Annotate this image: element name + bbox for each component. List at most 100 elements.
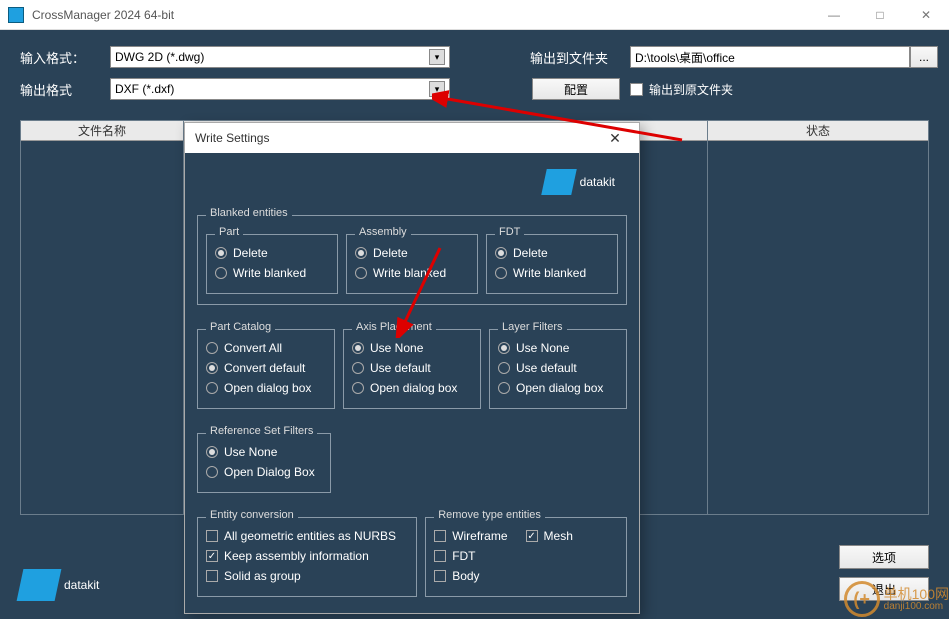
app-body: 输入格式： DWG 2D (*.dwg) ▾ 输出到文件夹 D:\tools\桌… xyxy=(0,30,949,619)
ref-use-none-radio[interactable]: Use None xyxy=(206,442,322,462)
output-format-select[interactable]: DXF (*.dxf) ▾ xyxy=(110,78,450,100)
axis-use-none-radio[interactable]: Use None xyxy=(352,338,472,358)
fdt-group: FDT Delete Write blanked xyxy=(486,234,618,294)
watermark: (+ 单机100网 danji100.com xyxy=(844,581,949,617)
app-icon xyxy=(8,7,24,23)
checkbox-icon xyxy=(206,530,218,542)
output-format-label: 输出格式 xyxy=(20,80,110,99)
layer-dialog-radio[interactable]: Open dialog box xyxy=(498,378,618,398)
write-settings-dialog: Write Settings ✕ datakit Blanked entitie… xyxy=(184,122,640,614)
dialog-title: Write Settings xyxy=(195,131,269,145)
radio-icon xyxy=(206,382,218,394)
layer-filters-legend: Layer Filters xyxy=(498,321,567,333)
assembly-group: Assembly Delete Write blanked xyxy=(346,234,478,294)
logo-mark-icon xyxy=(541,169,577,195)
minimize-button[interactable]: — xyxy=(811,0,857,30)
output-to-original-checkbox[interactable]: 输出到原文件夹 xyxy=(630,81,910,98)
convert-all-radio[interactable]: Convert All xyxy=(206,338,326,358)
radio-icon xyxy=(206,342,218,354)
logo-mark-icon xyxy=(17,569,62,601)
radio-icon xyxy=(498,362,510,374)
checkbox-icon xyxy=(206,570,218,582)
part-legend: Part xyxy=(215,226,243,238)
titlebar: CrossManager 2024 64-bit — □ ✕ xyxy=(0,0,949,30)
entity-conversion-legend: Entity conversion xyxy=(206,509,298,521)
convert-default-radio[interactable]: Convert default xyxy=(206,358,326,378)
checkbox-icon: ✓ xyxy=(526,530,538,542)
layer-use-default-radio[interactable]: Use default xyxy=(498,358,618,378)
fdt-write-blanked-radio[interactable]: Write blanked xyxy=(495,263,609,283)
dropdown-arrow-icon: ▾ xyxy=(429,81,445,97)
checkbox-icon xyxy=(434,530,446,542)
radio-icon xyxy=(498,382,510,394)
body-checkbox[interactable]: Body xyxy=(434,566,618,586)
radio-icon xyxy=(355,247,367,259)
axis-dialog-radio[interactable]: Open dialog box xyxy=(352,378,472,398)
input-format-select[interactable]: DWG 2D (*.dwg) ▾ xyxy=(110,46,450,68)
input-format-label: 输入格式： xyxy=(20,48,110,67)
assembly-legend: Assembly xyxy=(355,226,411,238)
radio-icon xyxy=(352,382,364,394)
dialog-brand: datakit xyxy=(197,163,627,205)
radio-icon xyxy=(352,342,364,354)
entity-conversion-group: Entity conversion All geometric entities… xyxy=(197,517,417,597)
ref-dialog-radio[interactable]: Open Dialog Box xyxy=(206,462,322,482)
filename-header[interactable]: 文件名称 xyxy=(21,121,183,141)
window-title: CrossManager 2024 64-bit xyxy=(32,8,174,22)
close-button[interactable]: ✕ xyxy=(903,0,949,30)
part-group: Part Delete Write blanked xyxy=(206,234,338,294)
filename-column: 文件名称 xyxy=(21,121,184,514)
all-geo-nurbs-checkbox[interactable]: All geometric entities as NURBS xyxy=(206,526,408,546)
dialog-brand-text: datakit xyxy=(580,175,615,189)
checkbox-icon: ✓ xyxy=(206,550,218,562)
output-format-value: DXF (*.dxf) xyxy=(115,82,174,96)
assembly-write-blanked-radio[interactable]: Write blanked xyxy=(355,263,469,283)
reference-set-filters-group: Reference Set Filters Use None Open Dial… xyxy=(197,433,331,493)
radio-icon xyxy=(215,247,227,259)
maximize-button[interactable]: □ xyxy=(857,0,903,30)
radio-icon xyxy=(498,342,510,354)
window-controls: — □ ✕ xyxy=(811,0,949,30)
brand-text: datakit xyxy=(64,578,99,592)
brand-logo: datakit xyxy=(20,569,99,601)
radio-icon xyxy=(495,247,507,259)
config-button[interactable]: 配置 xyxy=(532,78,620,100)
blanked-entities-legend: Blanked entities xyxy=(206,207,292,219)
fdt-delete-radio[interactable]: Delete xyxy=(495,243,609,263)
output-folder-value: D:\tools\桌面\office xyxy=(635,49,735,66)
remove-type-entities-group: Remove type entities Wireframe ✓Mesh FDT… xyxy=(425,517,627,597)
watermark-icon: (+ xyxy=(844,581,880,617)
status-column: 状态 xyxy=(708,121,928,514)
radio-icon xyxy=(495,267,507,279)
radio-icon xyxy=(352,362,364,374)
part-delete-radio[interactable]: Delete xyxy=(215,243,329,263)
radio-icon xyxy=(206,466,218,478)
part-catalog-dialog-radio[interactable]: Open dialog box xyxy=(206,378,326,398)
solid-as-group-checkbox[interactable]: Solid as group xyxy=(206,566,408,586)
axis-use-default-radio[interactable]: Use default xyxy=(352,358,472,378)
layer-use-none-radio[interactable]: Use None xyxy=(498,338,618,358)
fdt-checkbox[interactable]: FDT xyxy=(434,546,618,566)
assembly-delete-radio[interactable]: Delete xyxy=(355,243,469,263)
browse-button[interactable]: ... xyxy=(910,46,938,68)
part-catalog-legend: Part Catalog xyxy=(206,321,275,333)
dialog-close-button[interactable]: ✕ xyxy=(601,127,629,149)
output-folder-label: 输出到文件夹 xyxy=(530,48,630,67)
radio-icon xyxy=(206,362,218,374)
watermark-line2: danji100.com xyxy=(884,601,949,612)
remove-type-legend: Remove type entities xyxy=(434,509,545,521)
radio-icon xyxy=(206,446,218,458)
status-header[interactable]: 状态 xyxy=(708,121,928,141)
dialog-titlebar[interactable]: Write Settings ✕ xyxy=(185,123,639,153)
wireframe-checkbox[interactable]: Wireframe xyxy=(434,526,507,546)
part-catalog-group: Part Catalog Convert All Convert default… xyxy=(197,329,335,409)
output-folder-input[interactable]: D:\tools\桌面\office xyxy=(630,46,910,68)
dialog-body: datakit Blanked entities Part Delete Wri… xyxy=(185,153,639,613)
mesh-checkbox[interactable]: ✓Mesh xyxy=(526,526,573,546)
dropdown-arrow-icon: ▾ xyxy=(429,49,445,65)
keep-assembly-checkbox[interactable]: ✓Keep assembly information xyxy=(206,546,408,566)
part-write-blanked-radio[interactable]: Write blanked xyxy=(215,263,329,283)
options-button[interactable]: 选项 xyxy=(839,545,929,569)
radio-icon xyxy=(215,267,227,279)
input-format-value: DWG 2D (*.dwg) xyxy=(115,50,204,64)
